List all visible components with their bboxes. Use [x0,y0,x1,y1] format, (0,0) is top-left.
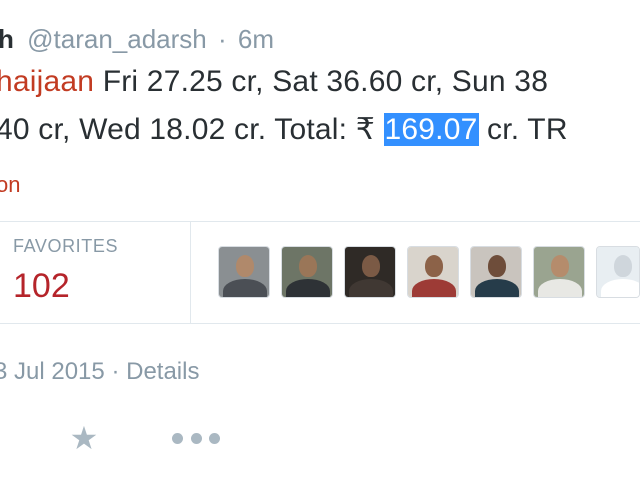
details-link[interactable]: Details [126,358,199,385]
avatar-figure-head [236,255,254,277]
avatar-figure-head [362,255,380,277]
avatar-figure-body [475,279,519,297]
avatar-figure-body [223,279,267,297]
avatar-figure-head [488,255,506,277]
dot [172,432,183,444]
avatar-figure-head [425,255,443,277]
avatar[interactable] [407,246,459,298]
tweet-text-segment: 40 cr, Wed 18.02 cr. Total: ₹ [0,113,384,146]
avatar[interactable] [533,246,585,298]
meta-separator: · [111,358,120,385]
avatar-figure-head [299,255,317,277]
avatar-figure-body [286,279,330,297]
stats-divider-vertical [190,222,191,323]
avatar[interactable] [218,246,270,298]
tweet-text-line-1: haijaan Fri 27.25 cr, Sat 36.60 cr, Sun … [0,62,548,102]
header-separator: · [217,24,227,54]
hashtag-link[interactable]: haijaan [0,65,94,98]
tweet-text-segment: cr. TR [478,113,568,146]
avatar[interactable] [596,246,640,298]
avatar-figure-head [551,255,569,277]
avatar[interactable] [470,246,522,298]
favorites-count[interactable]: 102 [13,264,70,308]
avatar-figure-head [614,255,632,277]
dot [209,432,220,444]
stats-divider-top [0,221,640,222]
author-handle[interactable]: @taran_adarsh [27,24,207,54]
avatar[interactable] [281,246,333,298]
avatar-figure-body [349,279,393,297]
tweet-detail: h @taran_adarsh · 6m haijaan Fri 27.25 c… [0,0,640,480]
avatar-figure-body [601,279,639,297]
tweet-timestamp[interactable]: 6m [238,24,274,54]
stats-divider-bottom [0,323,640,324]
tweet-date: 3 Jul 2015 [0,358,105,385]
star-icon[interactable]: ★ [66,420,102,456]
dot [190,432,202,444]
tweet-text-line-2: 40 cr, Wed 18.02 cr. Total: ₹ 169.07 cr.… [0,110,568,150]
tweet-header: h @taran_adarsh · 6m [0,22,274,56]
avatar[interactable] [344,246,396,298]
favorites-label[interactable]: FAVORITES [13,236,118,257]
tweet-link[interactable]: on [0,170,20,200]
avatar-figure-body [412,279,456,297]
avatar-figure-body [538,279,582,297]
tweet-text-segment: Fri 27.25 cr, Sat 36.60 cr, Sun 38 [94,65,549,98]
selected-text[interactable]: 169.07 [383,113,479,146]
tweet-meta: 3 Jul 2015 · Details [0,356,199,388]
author-name[interactable]: h [0,24,14,54]
more-dots-icon[interactable] [172,427,220,449]
